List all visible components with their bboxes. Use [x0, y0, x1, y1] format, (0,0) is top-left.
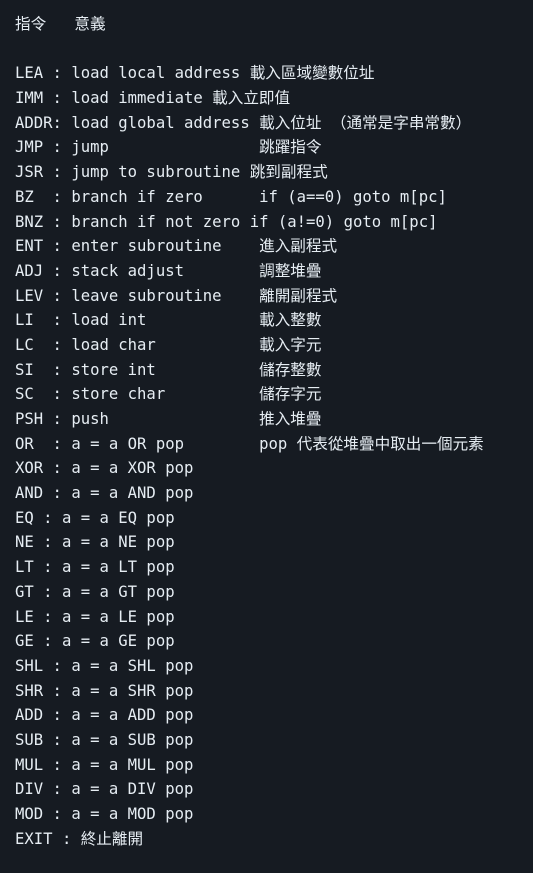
code-line: ADJ : stack adjust 調整堆疊 [15, 261, 322, 280]
code-block: 指令 意義 LEA : load local address 載入區域變數位址 IM… [0, 0, 533, 873]
code-line: OR : a = a OR pop pop 代表從堆疊中取出一個元素 [15, 434, 484, 453]
code-line: AND : a = a AND pop [15, 484, 194, 503]
code-line: SC : store char 儲存字元 [15, 385, 322, 404]
code-line: JSR : jump to subroutine 跳到副程式 [15, 163, 328, 182]
code-line: DIV : a = a DIV pop [15, 780, 194, 799]
code-line: LT : a = a LT pop [15, 558, 175, 577]
code-line: SUB : a = a SUB pop [15, 730, 194, 749]
code-line: LE : a = a LE pop [15, 607, 175, 626]
code-line: GE : a = a GE pop [15, 632, 175, 651]
code-line: ADD : a = a ADD pop [15, 706, 194, 725]
code-line: 指令 意義 [15, 15, 106, 33]
code-line: EQ : a = a EQ pop [15, 508, 175, 527]
code-line: NE : a = a NE pop [15, 533, 175, 552]
code-line: ADDR: load global address 載入位址 （通常是字串常數） [15, 113, 472, 132]
code-line: BNZ : branch if not zero if (a!=0) goto … [15, 212, 438, 231]
code-line: LEA : load local address 載入區域變數位址 [15, 64, 375, 83]
code-line: ENT : enter subroutine 進入副程式 [15, 237, 338, 256]
code-line: SHR : a = a SHR pop [15, 681, 194, 700]
code-line: LC : load char 載入字元 [15, 335, 322, 354]
code-line: XOR : a = a XOR pop [15, 459, 194, 478]
code-line: MUL : a = a MUL pop [15, 755, 194, 774]
code-line: LEV : leave subroutine 離開副程式 [15, 286, 338, 305]
code-line: GT : a = a GT pop [15, 582, 175, 601]
code-line: IMM : load immediate 載入立即值 [15, 89, 291, 108]
code-line: JMP : jump 跳躍指令 [15, 138, 322, 157]
code-line: SI : store int 儲存整數 [15, 360, 322, 379]
code-line: PSH : push 推入堆疊 [15, 410, 322, 428]
code-line: EXIT : 終止離開 [15, 829, 144, 848]
code-line: MOD : a = a MOD pop [15, 805, 194, 823]
code-line: BZ : branch if zero if (a==0) goto m[pc] [15, 187, 447, 206]
code-line: LI : load int 載入整數 [15, 311, 322, 330]
code-line: SHL : a = a SHL pop [15, 656, 194, 675]
